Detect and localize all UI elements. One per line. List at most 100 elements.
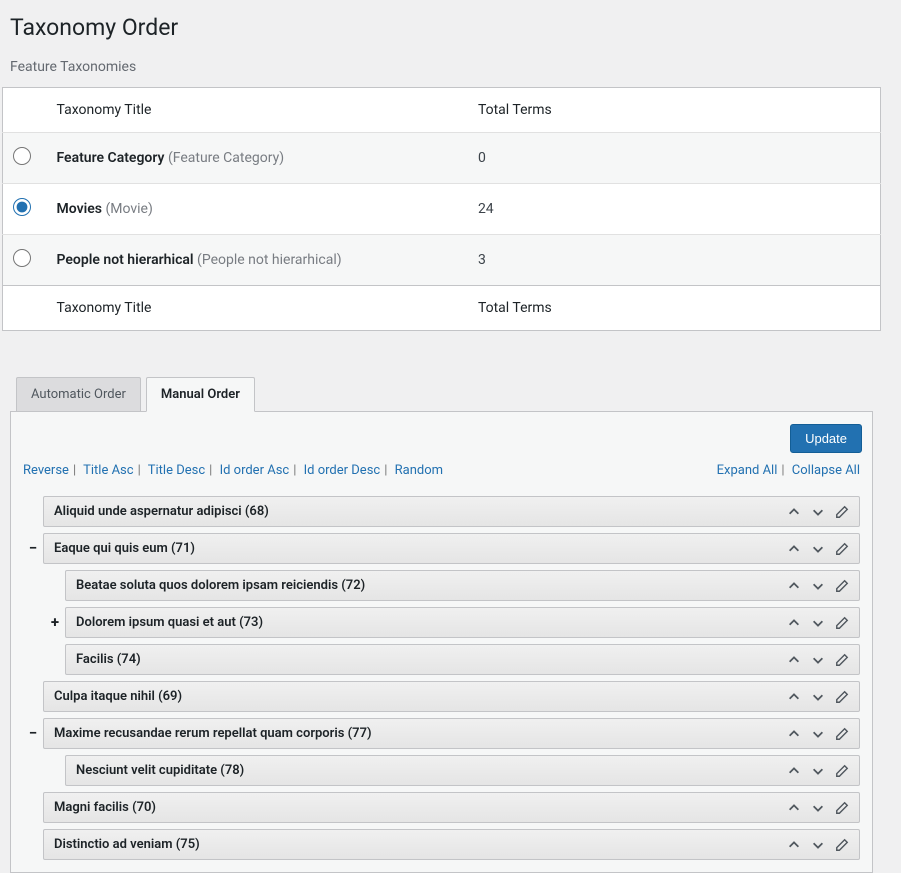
term-title: Beatae soluta quos dolorem ipsam reicien… [76, 578, 779, 593]
tree-node: −Distinctio ad veniam (75) [23, 829, 860, 860]
chevron-down-icon[interactable] [811, 616, 825, 630]
table-row[interactable]: People not hierarhical (People not hiera… [3, 235, 881, 286]
term-item[interactable]: Maxime recusandae rerum repellat quam co… [43, 718, 860, 749]
term-item[interactable]: Nesciunt velit cupiditate (78) [65, 755, 860, 786]
term-item[interactable]: Beatae soluta quos dolorem ipsam reicien… [65, 570, 860, 601]
chevron-up-icon[interactable] [787, 690, 801, 704]
chevron-down-icon[interactable] [811, 764, 825, 778]
taxonomy-slug: (Movie) [105, 201, 152, 217]
term-count: (73) [239, 615, 263, 630]
term-count: (70) [132, 800, 156, 815]
term-count: (75) [176, 837, 200, 852]
update-button[interactable]: Update [790, 424, 862, 453]
taxonomy-radio[interactable] [13, 249, 31, 267]
taxonomy-slug: (Feature Category) [168, 150, 284, 166]
taxonomies-table: Taxonomy Title Total Terms Feature Categ… [2, 87, 881, 331]
term-count: (78) [220, 763, 244, 778]
table-row[interactable]: Movies (Movie) 24 [3, 184, 881, 235]
term-item[interactable]: Culpa itaque nihil (69) [43, 681, 860, 712]
collapse-icon[interactable]: − [23, 726, 43, 741]
term-count: (68) [245, 504, 269, 519]
edit-icon[interactable] [835, 616, 849, 630]
table-row[interactable]: Feature Category (Feature Category)0 [3, 133, 881, 184]
tree-node: −Beatae soluta quos dolorem ipsam reicie… [45, 570, 860, 601]
term-count: (77) [348, 726, 372, 741]
chevron-up-icon[interactable] [787, 801, 801, 815]
edit-icon[interactable] [835, 838, 849, 852]
taxonomy-radio[interactable] [13, 147, 31, 165]
term-item[interactable]: Facilis (74) [65, 644, 860, 675]
tree-node: −Culpa itaque nihil (69) [23, 681, 860, 712]
edit-icon[interactable] [835, 653, 849, 667]
expand-all-link[interactable]: Expand All [717, 463, 778, 478]
taxonomy-slug: (People not hierarhical) [197, 252, 342, 268]
term-title: Nesciunt velit cupiditate (78) [76, 763, 779, 778]
term-tree: −Aliquid unde aspernatur adipisci (68)−E… [11, 496, 872, 872]
term-count: (71) [171, 541, 195, 556]
feature-taxonomies-subtitle: Feature Taxonomies [10, 59, 881, 75]
chevron-down-icon[interactable] [811, 653, 825, 667]
chevron-down-icon[interactable] [811, 579, 825, 593]
term-count: (69) [158, 689, 182, 704]
chevron-up-icon[interactable] [787, 579, 801, 593]
id-desc-link[interactable]: Id order Desc [304, 463, 381, 478]
edit-icon[interactable] [835, 690, 849, 704]
chevron-up-icon[interactable] [787, 838, 801, 852]
chevron-up-icon[interactable] [787, 505, 801, 519]
taxonomy-total: 24 [468, 184, 881, 235]
term-item[interactable]: Aliquid unde aspernatur adipisci (68) [43, 496, 860, 527]
collapse-icon[interactable]: − [23, 541, 43, 556]
taxonomy-radio[interactable] [13, 198, 31, 216]
reverse-link[interactable]: Reverse [23, 463, 69, 478]
title-desc-link[interactable]: Title Desc [148, 463, 205, 478]
term-item[interactable]: Eaque qui quis eum (71) [43, 533, 860, 564]
term-title: Culpa itaque nihil (69) [54, 689, 779, 704]
col-total-terms: Total Terms [468, 88, 881, 133]
chevron-down-icon[interactable] [811, 542, 825, 556]
chevron-up-icon[interactable] [787, 727, 801, 741]
edit-icon[interactable] [835, 801, 849, 815]
term-title: Magni facilis (70) [54, 800, 779, 815]
random-link[interactable]: Random [395, 463, 443, 478]
manual-order-panel: Update Reverse| Title Asc| Title Desc| I… [10, 411, 873, 873]
collapse-all-link[interactable]: Collapse All [792, 463, 860, 478]
term-title: Aliquid unde aspernatur adipisci (68) [54, 504, 779, 519]
chevron-up-icon[interactable] [787, 764, 801, 778]
col-taxonomy-title: Taxonomy Title [47, 88, 468, 133]
chevron-down-icon[interactable] [811, 838, 825, 852]
expand-collapse-links: Expand All| Collapse All [717, 463, 860, 478]
col-taxonomy-title-footer: Taxonomy Title [47, 286, 468, 331]
chevron-up-icon[interactable] [787, 616, 801, 630]
tab-manual-order[interactable]: Manual Order [146, 377, 255, 412]
title-asc-link[interactable]: Title Asc [83, 463, 133, 478]
chevron-up-icon[interactable] [787, 542, 801, 556]
expand-icon[interactable]: + [45, 615, 65, 630]
id-asc-link[interactable]: Id order Asc [220, 463, 290, 478]
chevron-up-icon[interactable] [787, 653, 801, 667]
edit-icon[interactable] [835, 579, 849, 593]
tree-node: +Dolorem ipsum quasi et aut (73) [45, 607, 860, 638]
taxonomy-title: Movies [57, 201, 106, 217]
edit-icon[interactable] [835, 727, 849, 741]
tree-node: −Aliquid unde aspernatur adipisci (68) [23, 496, 860, 527]
term-count: (74) [117, 652, 141, 667]
sort-links: Reverse| Title Asc| Title Desc| Id order… [23, 463, 443, 478]
term-item[interactable]: Magni facilis (70) [43, 792, 860, 823]
edit-icon[interactable] [835, 764, 849, 778]
edit-icon[interactable] [835, 505, 849, 519]
term-item[interactable]: Dolorem ipsum quasi et aut (73) [65, 607, 860, 638]
term-item[interactable]: Distinctio ad veniam (75) [43, 829, 860, 860]
taxonomy-title: Feature Category [57, 150, 168, 166]
tree-node: −Magni facilis (70) [23, 792, 860, 823]
page-title: Taxonomy Order [10, 5, 881, 41]
taxonomy-total: 3 [468, 235, 881, 286]
tab-automatic-order[interactable]: Automatic Order [16, 377, 141, 412]
chevron-down-icon[interactable] [811, 690, 825, 704]
chevron-down-icon[interactable] [811, 727, 825, 741]
tabs: Automatic OrderManual Order [2, 376, 881, 411]
term-count: (72) [341, 578, 365, 593]
term-title: Distinctio ad veniam (75) [54, 837, 779, 852]
chevron-down-icon[interactable] [811, 801, 825, 815]
chevron-down-icon[interactable] [811, 505, 825, 519]
edit-icon[interactable] [835, 542, 849, 556]
